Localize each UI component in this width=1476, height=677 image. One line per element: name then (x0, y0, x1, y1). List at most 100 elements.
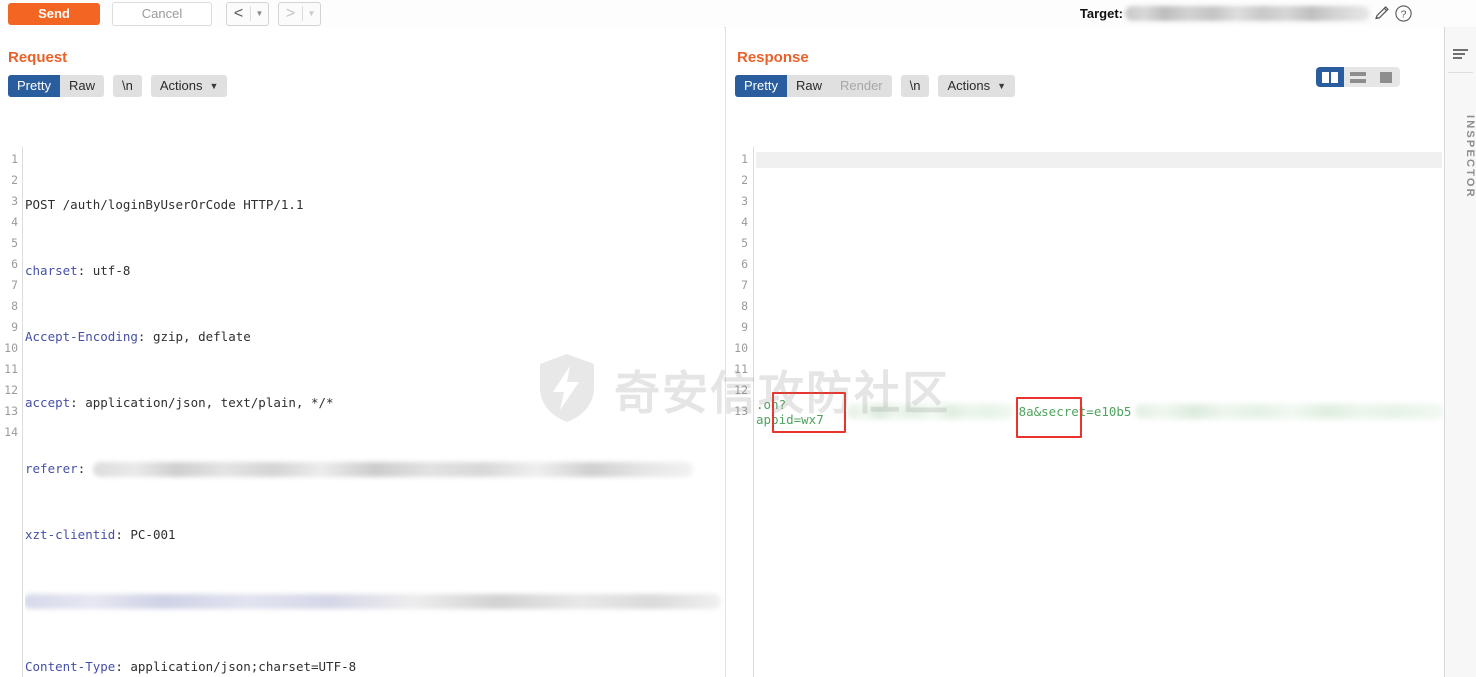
line-number: 12 (4, 383, 18, 397)
layout-split-vertical-button[interactable] (1316, 67, 1344, 87)
line-number: 4 (11, 215, 18, 229)
header-name: referer (25, 461, 78, 476)
chevron-down-icon[interactable]: ▼ (251, 4, 268, 24)
request-editor[interactable]: 1 2 3 4 5 6 7 8 9 10 11 12 13 14 POST /a… (0, 147, 724, 677)
redacted-value (92, 462, 693, 477)
line-number: 9 (11, 320, 18, 334)
chevron-left-icon: < (233, 4, 244, 22)
response-gutter: 1 2 3 4 5 6 7 8 9 10 11 12 13 (729, 147, 751, 677)
request-newline-button[interactable]: \n (112, 75, 142, 97)
line-number: 4 (741, 215, 748, 229)
response-line (756, 254, 1445, 275)
request-actions-button[interactable]: Actions ▼ (150, 75, 228, 97)
code-line-header: xzt-clientid: PC-001 (25, 524, 724, 545)
request-gutter: 1 2 3 4 5 6 7 8 9 10 11 12 13 14 (0, 147, 21, 677)
redacted-fragment (1135, 404, 1445, 419)
response-title: Response (737, 49, 809, 66)
response-line (756, 275, 1445, 296)
svg-text:?: ? (1400, 8, 1406, 20)
forward-button[interactable]: > ▼ (278, 1, 321, 26)
split-vertical-icon (1322, 71, 1338, 83)
back-button[interactable]: < ▼ (226, 1, 269, 26)
request-code[interactable]: POST /auth/loginByUserOrCode HTTP/1.1 ch… (25, 149, 724, 677)
code-line-header: charset: utf-8 (25, 260, 724, 281)
tab-response-render[interactable]: Render (831, 75, 892, 97)
response-line (756, 233, 1445, 254)
response-line (756, 296, 1445, 317)
header-value: gzip, deflate (152, 329, 251, 344)
http-version: HTTP/1.1 (243, 197, 304, 212)
tab-response-raw[interactable]: Raw (787, 75, 831, 97)
line-number: 13 (4, 404, 18, 418)
header-value: PC-001 (130, 527, 176, 542)
line-number: 5 (741, 236, 748, 250)
line-number: 10 (734, 341, 748, 355)
response-newline-button[interactable]: \n (900, 75, 930, 97)
header-value: application/json, text/plain, */* (85, 395, 334, 410)
line-number: 1 (11, 152, 18, 166)
response-actions-button[interactable]: Actions ▼ (938, 75, 1016, 97)
response-line (756, 212, 1445, 233)
response-view-tabs: Pretty Raw Render (735, 75, 892, 97)
split-horizontal-icon (1350, 71, 1366, 83)
layout-single-pane-button[interactable] (1372, 67, 1400, 87)
response-pane: Response Pretty Raw Render \n Actions ▼ … (725, 27, 1445, 677)
http-path: /auth/loginByUserOrCode (62, 197, 236, 212)
header-name: charset (25, 263, 78, 278)
response-fragment-secret: 8a&secret=e10b5 (1018, 404, 1132, 419)
line-number: 10 (4, 341, 18, 355)
line-number: 7 (11, 278, 18, 292)
chevron-down-icon: ▼ (209, 81, 219, 91)
code-line-redacted (25, 590, 724, 611)
code-line-header: Content-Type: application/json;charset=U… (25, 656, 724, 677)
code-line-header: accept: application/json, text/plain, */… (25, 392, 724, 413)
line-number: 6 (741, 257, 748, 271)
response-line (756, 191, 1445, 212)
chevron-down-icon[interactable]: ▼ (303, 4, 320, 24)
burp-repeater-window: Send Cancel < ▼ > ▼ Target: ? Request Pr… (0, 0, 1476, 677)
target-area: Target: ? (1080, 0, 1414, 27)
target-value-redacted (1125, 6, 1370, 21)
colon: : (115, 659, 131, 674)
line-number: 12 (734, 383, 748, 397)
response-line (756, 359, 1445, 380)
response-line-highlighted: .on?appid=wx7 8a&secret=e10b5 (756, 397, 1445, 427)
response-actions-label: Actions (947, 78, 991, 93)
chevron-right-icon: > (285, 4, 296, 22)
help-icon[interactable]: ? (1392, 0, 1414, 27)
layout-split-horizontal-button[interactable] (1344, 67, 1372, 87)
line-number: 3 (741, 194, 748, 208)
gutter-divider (22, 147, 23, 677)
header-name: Accept-Encoding (25, 329, 138, 344)
request-tabbar: Pretty Raw \n Actions ▼ (8, 75, 724, 97)
tab-request-pretty[interactable]: Pretty (8, 75, 60, 97)
colon: : (70, 395, 86, 410)
send-button[interactable]: Send (8, 2, 100, 25)
colon: : (115, 527, 131, 542)
tab-response-pretty[interactable]: Pretty (735, 75, 787, 97)
header-name: xzt-clientid (25, 527, 116, 542)
tab-request-raw[interactable]: Raw (60, 75, 104, 97)
pencil-icon[interactable] (1370, 0, 1392, 27)
inspector-label[interactable]: INSPECTOR (1445, 115, 1476, 199)
request-view-tabs: Pretty Raw (8, 75, 104, 97)
response-line (756, 380, 1445, 401)
request-pane: Request Pretty Raw \n Actions ▼ 1 2 3 4 … (0, 27, 724, 677)
line-number: 11 (4, 362, 18, 376)
line-number: 1 (741, 152, 748, 166)
cancel-button[interactable]: Cancel (112, 1, 212, 26)
line-number: 9 (741, 320, 748, 334)
header-name: Content-Type (25, 659, 116, 674)
response-view-toggles (1316, 67, 1400, 87)
response-line (756, 149, 1445, 170)
divider (1448, 72, 1473, 73)
line-number: 8 (741, 299, 748, 313)
line-number: 13 (734, 404, 748, 418)
hamburger-icon[interactable] (1445, 41, 1476, 67)
target-label: Target: (1079, 6, 1123, 21)
single-pane-icon (1380, 71, 1392, 83)
line-number: 5 (11, 236, 18, 250)
header-name: accept (25, 395, 71, 410)
response-editor[interactable]: 1 2 3 4 5 6 7 8 9 10 11 12 13 .on?appid=… (726, 147, 1445, 677)
line-number: 2 (11, 173, 18, 187)
